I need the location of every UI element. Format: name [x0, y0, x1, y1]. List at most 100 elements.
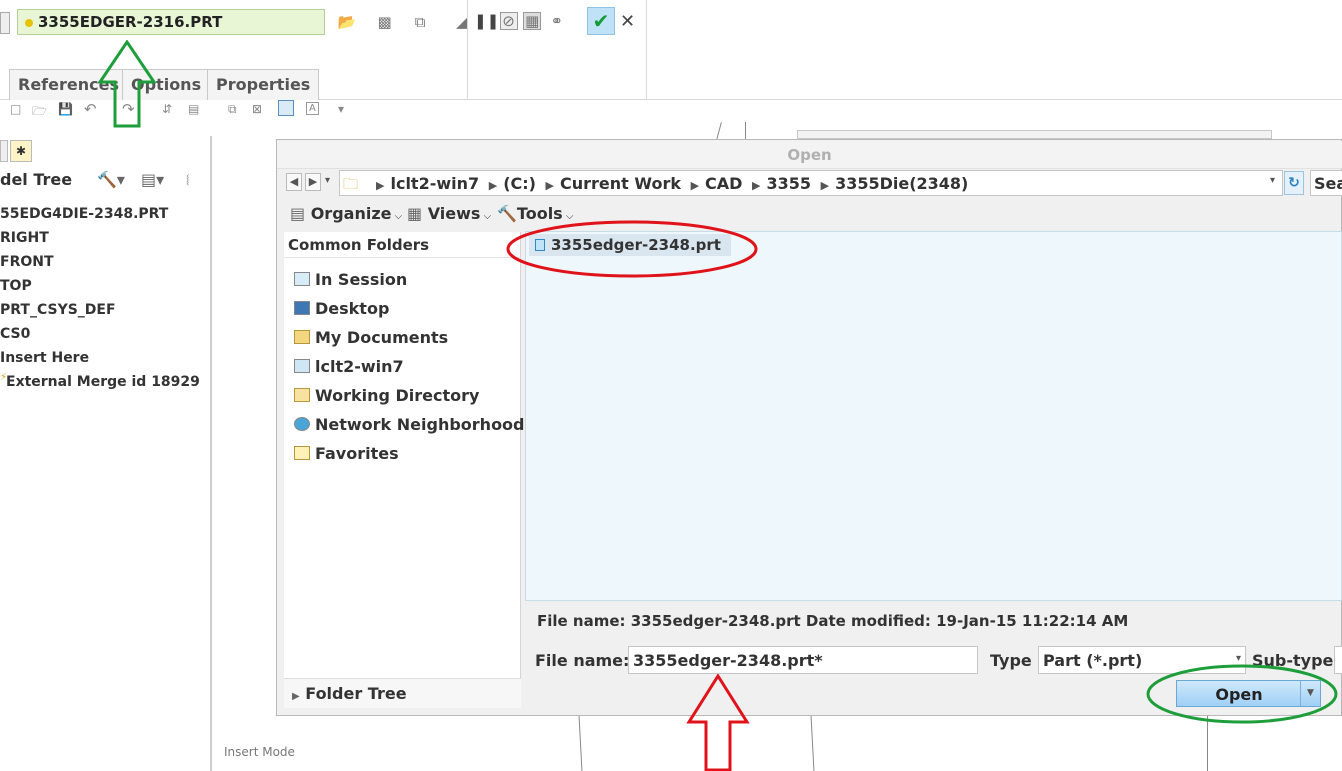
- desktop-icon: [294, 301, 310, 315]
- breadcrumb-sep: ▶: [690, 179, 700, 192]
- sidebar-item-working-directory[interactable]: Working Directory: [294, 386, 479, 405]
- breadcrumb-sep: ▶: [820, 179, 830, 192]
- tree-item-top[interactable]: TOP: [0, 278, 32, 294]
- type-select-value: Part (*.prt): [1043, 651, 1143, 670]
- type-label: Type: [990, 651, 1032, 670]
- pause-icon[interactable]: ❚❚: [474, 11, 499, 31]
- quick-access-toolbar: □ 🗁 💾 ↶ ↷ ⇵ ▤ ⧉ ⊠ A ▾: [0, 100, 360, 122]
- breadcrumb-sep: ▶: [545, 179, 554, 192]
- merge-icon: ⚡: [0, 372, 8, 383]
- working-folder-icon: [294, 388, 310, 402]
- new-icon[interactable]: □: [10, 102, 21, 116]
- model-tree-tab[interactable]: [0, 140, 8, 162]
- file-name-input[interactable]: 3355edger-2348.prt*: [628, 646, 978, 674]
- folder-browser-tab-icon[interactable]: ✱: [10, 140, 32, 162]
- tree-item-right[interactable]: RIGHT: [0, 230, 49, 246]
- tree-item-front[interactable]: FRONT: [0, 254, 54, 270]
- open-folder-icon[interactable]: 📂: [337, 12, 357, 32]
- path-breadcrumb[interactable]: 🗀 ▶ lclt2-win7 ▶ (C:) ▶ Current Work ▶ CAD ▶…: [339, 170, 1283, 196]
- views-label: Views: [427, 204, 481, 223]
- redo-icon[interactable]: ↷: [122, 100, 135, 118]
- sidebar-item-computer[interactable]: lclt2-win7: [294, 357, 404, 376]
- sidebar-item-label: Desktop: [315, 299, 390, 318]
- common-folders-title: Common Folders: [288, 236, 430, 254]
- sidebar-item-label: Favorites: [315, 444, 399, 463]
- toolbar-more-icon[interactable]: ▾: [338, 102, 344, 116]
- feature-name-field[interactable]: 3355EDGER-2316.PRT: [17, 9, 325, 35]
- tree-item-root[interactable]: 55EDG4DIE-2348.PRT: [0, 206, 168, 222]
- red-up-arrow-annotation: [686, 674, 750, 771]
- sidebar-item-favorites[interactable]: Favorites: [294, 444, 399, 463]
- ribbon-divider-2: [646, 0, 647, 100]
- graphics-line: [578, 716, 583, 771]
- breadcrumb-item[interactable]: 3355: [766, 174, 811, 193]
- breadcrumb-item[interactable]: lclt2-win7: [390, 174, 479, 193]
- windows-icon[interactable]: ▤: [188, 102, 199, 116]
- tree-item-insert-here[interactable]: Insert Here: [0, 350, 89, 366]
- annotation-icon[interactable]: A: [306, 102, 319, 115]
- close-window-icon[interactable]: ⊠: [252, 102, 262, 116]
- search-placeholder: Search: [1314, 174, 1342, 193]
- sidebar-item-my-documents[interactable]: My Documents: [294, 328, 448, 347]
- sidebar-item-label: My Documents: [315, 328, 449, 347]
- ribbon-icon-group: 📂 ▩ ⧉ ◢: [337, 12, 472, 32]
- breadcrumb-item[interactable]: Current Work: [560, 174, 681, 193]
- tree-item-external-merge[interactable]: External Merge id 18929: [6, 374, 200, 390]
- feature-name-text: 3355EDGER-2316.PRT: [38, 13, 223, 31]
- tree-item-cs0[interactable]: CS0: [0, 326, 30, 342]
- folder-tree-toggle[interactable]: ▶ Folder Tree: [284, 678, 521, 708]
- dialog-title: Open: [277, 141, 1342, 169]
- assemble-icon[interactable]: ▩: [375, 12, 395, 32]
- regenerate-icon[interactable]: ⇵: [162, 102, 172, 116]
- chevron-down-icon: ⌵: [391, 211, 403, 222]
- preview-icon[interactable]: ▦: [523, 12, 542, 30]
- open-icon[interactable]: 🗁: [32, 102, 47, 123]
- sidebar-item-desktop[interactable]: Desktop: [294, 299, 389, 318]
- save-icon[interactable]: 💾: [58, 102, 73, 116]
- sidebar-item-label: In Session: [315, 270, 408, 289]
- breadcrumb-item[interactable]: 3355Die(2348): [835, 174, 968, 193]
- organize-menu[interactable]: ▤ Organize ⌵: [290, 204, 402, 223]
- path-dropdown-icon[interactable]: ▾: [1270, 175, 1275, 186]
- tree-settings-icon[interactable]: 🔨▾: [97, 170, 125, 189]
- forward-button[interactable]: ▶: [305, 173, 321, 191]
- sidebar-item-in-session[interactable]: In Session: [294, 270, 407, 289]
- back-button[interactable]: ◀: [286, 173, 302, 191]
- tree-item-csys[interactable]: PRT_CSYS_DEF: [0, 302, 116, 318]
- documents-icon: [294, 330, 310, 344]
- breadcrumb-sep: ▶: [488, 179, 498, 192]
- glasses-icon[interactable]: ⚭: [547, 11, 567, 31]
- views-menu[interactable]: ▦ Views ⌵: [407, 204, 491, 223]
- file-name-label: File name:: [535, 651, 630, 670]
- sidebar-item-label: lclt2-win7: [315, 357, 404, 376]
- no-preview-icon[interactable]: ⊘: [499, 12, 518, 30]
- select-icon[interactable]: [278, 100, 294, 116]
- ribbon-control-group: ❚❚ ⊘ ▦ ⚭: [474, 11, 567, 31]
- chevron-down-icon: ⌵: [480, 211, 492, 222]
- model-tree-title: del Tree: [0, 170, 73, 189]
- breadcrumb-item[interactable]: (C:): [503, 174, 536, 193]
- views-icon: ▦: [407, 204, 423, 223]
- apply-checkmark-button[interactable]: ✔: [587, 7, 615, 35]
- tab-properties[interactable]: Properties: [207, 69, 320, 100]
- refresh-icon[interactable]: ↻: [1284, 171, 1304, 195]
- copy-component-icon[interactable]: ⧉: [410, 12, 430, 32]
- cancel-x-button[interactable]: ✕: [620, 11, 635, 32]
- ribbon-divider: [467, 0, 468, 100]
- graphics-toolbar: [797, 130, 1272, 139]
- tree-filter-icon[interactable]: ▤▾: [141, 170, 164, 189]
- search-input[interactable]: Search: [1310, 170, 1342, 196]
- organize-icon: ▤: [290, 204, 306, 223]
- tree-columns-icon[interactable]: ⧙: [186, 170, 189, 190]
- undo-icon[interactable]: ↶: [84, 100, 97, 118]
- sidebar-item-network[interactable]: Network Neighborhood: [294, 415, 525, 434]
- collapse-handle[interactable]: [0, 12, 10, 34]
- copy-icon[interactable]: ⧉: [228, 102, 237, 117]
- sidebar-item-label: Working Directory: [315, 386, 480, 405]
- expand-arrow-icon: ▶: [292, 691, 300, 702]
- breadcrumb-item[interactable]: CAD: [705, 174, 742, 193]
- history-dropdown-icon[interactable]: ▾: [325, 175, 330, 186]
- network-globe-icon: [294, 417, 310, 431]
- sidebar-divider: [284, 257, 521, 258]
- sketch-icon[interactable]: ◢: [452, 12, 472, 32]
